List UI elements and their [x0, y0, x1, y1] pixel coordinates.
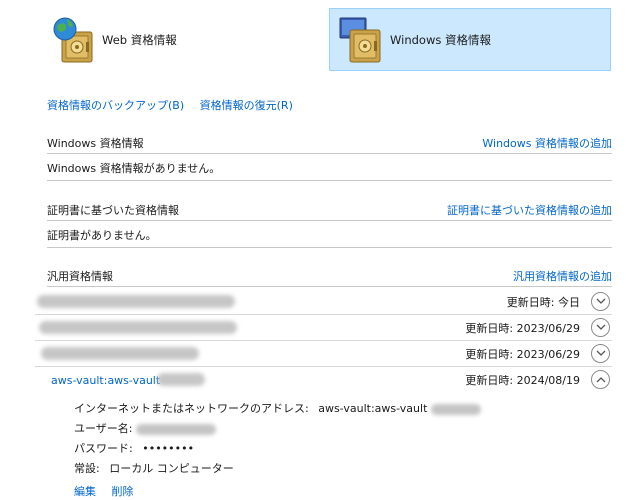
expand-chevron-icon[interactable]: [591, 344, 610, 363]
windows-credentials-icon: [336, 14, 388, 66]
credential-persistence-line: 常設: ローカル コンピューター: [74, 460, 234, 476]
address-value: aws-vault:aws-vault: [318, 402, 428, 415]
expand-chevron-icon[interactable]: [591, 318, 610, 337]
collapse-chevron-icon[interactable]: [591, 370, 610, 389]
credential-address-line: インターネットまたはネットワークのアドレス: aws-vault:aws-vau…: [74, 400, 481, 416]
credential-actions: 編集 削除: [74, 483, 134, 499]
password-value: ••••••••: [142, 442, 195, 455]
windows-credentials-title: Windows 資格情報: [47, 136, 144, 150]
tab-windows-credentials[interactable]: Windows 資格情報: [329, 8, 611, 71]
edit-credential-link[interactable]: 編集: [74, 485, 96, 498]
redacted-address: [430, 403, 481, 415]
generic-credential-row[interactable]: 更新日時: 2023/06/29: [35, 315, 612, 341]
tab-web-label: Web 資格情報: [102, 32, 177, 47]
credential-name: aws-vault:aws-vault: [51, 373, 161, 387]
redacted-credential-name: [157, 373, 205, 386]
certificate-credentials-header: 証明書に基づいた資格情報 証明書に基づいた資格情報の追加: [47, 199, 612, 221]
add-generic-credential-link[interactable]: 汎用資格情報の追加: [513, 268, 612, 284]
delete-credential-link[interactable]: 削除: [112, 485, 134, 498]
add-certificate-credential-link[interactable]: 証明書に基づいた資格情報の追加: [447, 202, 612, 218]
redacted-username: [136, 423, 216, 435]
certificate-credentials-title: 証明書に基づいた資格情報: [47, 203, 179, 217]
expand-chevron-icon[interactable]: [591, 292, 610, 311]
credential-password-line: パスワード: ••••••••: [74, 440, 194, 456]
credential-modified-date: 更新日時: 今日: [506, 295, 580, 309]
credential-user-line: ユーザー名:: [74, 420, 216, 436]
generic-credentials-title: 汎用資格情報: [47, 269, 113, 283]
persistence-value: ローカル コンピューター: [109, 462, 234, 475]
persistence-label: 常設:: [74, 462, 100, 475]
backup-restore-links: 資格情報のバックアップ(B) 資格情報の復元(R): [47, 97, 293, 113]
username-label: ユーザー名:: [74, 422, 133, 435]
generic-credentials-header: 汎用資格情報 汎用資格情報の追加: [47, 265, 612, 287]
certificate-credentials-empty-text: 証明書がありません。: [47, 228, 157, 242]
generic-credential-row-expanded[interactable]: aws-vault:aws-vault 更新日時: 2024/08/19: [35, 367, 612, 393]
password-label: パスワード:: [74, 442, 133, 455]
windows-credentials-header: Windows 資格情報 Windows 資格情報の追加: [47, 132, 612, 154]
backup-credentials-link[interactable]: 資格情報のバックアップ(B): [47, 99, 184, 112]
redacted-credential-name: [41, 347, 199, 360]
restore-credentials-link[interactable]: 資格情報の復元(R): [200, 99, 293, 112]
redacted-credential-name: [37, 295, 235, 308]
generic-credential-row[interactable]: 更新日時: 今日: [35, 289, 612, 315]
tab-windows-label: Windows 資格情報: [390, 32, 491, 47]
add-windows-credential-link[interactable]: Windows 資格情報の追加: [482, 135, 612, 151]
credential-modified-date: 更新日時: 2023/06/29: [465, 321, 580, 335]
windows-credentials-empty: Windows 資格情報がありません。: [47, 155, 612, 181]
credential-modified-date: 更新日時: 2024/08/19: [465, 374, 580, 387]
tab-web-credentials[interactable]: Web 資格情報: [48, 8, 328, 71]
redacted-credential-name: [39, 321, 237, 334]
credential-modified-date: 更新日時: 2023/06/29: [465, 347, 580, 361]
credential-type-tabs: Web 資格情報 Windows 資格情報: [0, 0, 642, 72]
address-label: インターネットまたはネットワークのアドレス:: [74, 402, 309, 415]
web-credentials-icon: [48, 14, 100, 66]
windows-credentials-empty-text: Windows 資格情報がありません。: [47, 161, 221, 175]
generic-credential-row[interactable]: 更新日時: 2023/06/29: [35, 341, 612, 367]
certificate-credentials-empty: 証明書がありません。: [47, 222, 612, 248]
